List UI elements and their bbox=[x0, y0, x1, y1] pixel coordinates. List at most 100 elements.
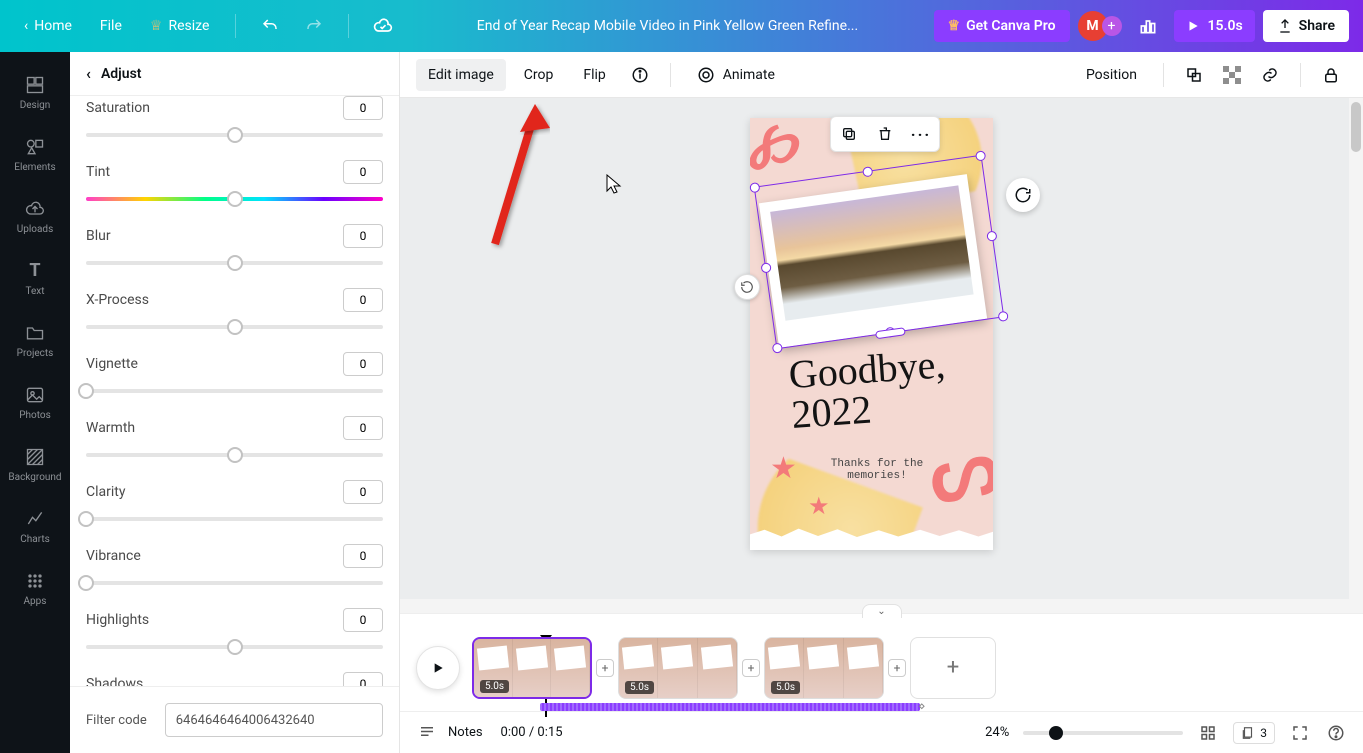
rail-text[interactable]: T Text bbox=[0, 248, 70, 308]
slider-thumb[interactable] bbox=[227, 255, 243, 271]
adjustment-value-input[interactable] bbox=[343, 160, 383, 184]
add-page-button[interactable]: + bbox=[910, 637, 996, 699]
rotate-handle[interactable] bbox=[734, 274, 760, 300]
collapse-timeline-button[interactable]: ⌄ bbox=[862, 604, 902, 618]
get-pro-button[interactable]: ♕ Get Canva Pro bbox=[934, 10, 1070, 42]
timeline-clip[interactable]: 5.0s bbox=[618, 637, 738, 699]
audio-track[interactable] bbox=[540, 703, 920, 711]
adjustment-slider[interactable] bbox=[86, 508, 383, 530]
regenerate-button[interactable] bbox=[1006, 178, 1040, 212]
rail-background[interactable]: Background bbox=[0, 434, 70, 494]
timeline-clip[interactable]: 5.0s bbox=[764, 637, 884, 699]
add-transition-button[interactable]: + bbox=[596, 659, 614, 677]
slider-thumb[interactable] bbox=[78, 383, 94, 399]
rail-uploads[interactable]: Uploads bbox=[0, 186, 70, 246]
selection-box[interactable] bbox=[754, 155, 1005, 349]
slider-thumb[interactable] bbox=[227, 319, 243, 335]
redo-icon bbox=[305, 17, 323, 35]
resize-handle[interactable] bbox=[749, 182, 760, 193]
clips-track[interactable]: 5.0s+ 5.0s+ 5.0s++⋄ bbox=[472, 637, 996, 699]
edit-image-button[interactable]: Edit image bbox=[416, 59, 506, 91]
panel-body[interactable]: Saturation Tint Blur X-Process bbox=[70, 82, 399, 686]
add-member-button[interactable]: + bbox=[1102, 16, 1122, 36]
add-transition-button[interactable]: + bbox=[888, 659, 906, 677]
help-button[interactable] bbox=[1325, 722, 1347, 744]
adjustment-value-input[interactable] bbox=[343, 544, 383, 568]
adjustment-slider[interactable] bbox=[86, 316, 383, 338]
fullscreen-button[interactable] bbox=[1289, 722, 1311, 744]
notes-label[interactable]: Notes bbox=[448, 725, 483, 740]
adjustment-slider[interactable] bbox=[86, 444, 383, 466]
adjustment-slider[interactable] bbox=[86, 636, 383, 658]
crop-button[interactable]: Crop bbox=[512, 59, 566, 91]
insights-button[interactable] bbox=[1130, 8, 1166, 44]
adjustment-slider[interactable] bbox=[86, 380, 383, 402]
share-button[interactable]: Share bbox=[1263, 10, 1349, 42]
resize-handle[interactable] bbox=[986, 230, 997, 241]
adjustment-value-input[interactable] bbox=[343, 288, 383, 312]
grid-view-button[interactable] bbox=[1197, 722, 1219, 744]
duplicate-button[interactable] bbox=[831, 117, 867, 151]
rail-charts[interactable]: Charts bbox=[0, 496, 70, 556]
zoom-thumb[interactable] bbox=[1049, 726, 1063, 740]
adjustment-slider[interactable] bbox=[86, 188, 383, 210]
delete-button[interactable] bbox=[867, 117, 903, 151]
subtext[interactable]: Thanks for the memories! bbox=[812, 458, 942, 482]
file-menu[interactable]: File bbox=[90, 12, 132, 40]
back-button[interactable]: ‹ bbox=[86, 64, 91, 83]
slider-thumb[interactable] bbox=[227, 639, 243, 655]
color-picker-button[interactable] bbox=[1178, 59, 1210, 91]
rail-photos[interactable]: Photos bbox=[0, 372, 70, 432]
more-button[interactable]: ··· bbox=[903, 117, 939, 151]
slider-thumb[interactable] bbox=[227, 191, 243, 207]
slider-thumb[interactable] bbox=[227, 447, 243, 463]
animate-button[interactable]: Animate bbox=[685, 58, 787, 92]
add-transition-button[interactable]: + bbox=[742, 659, 760, 677]
resize-button[interactable]: ♕ Resize bbox=[140, 12, 220, 40]
adjustment-value-input[interactable] bbox=[343, 96, 383, 120]
transparency-button[interactable] bbox=[1216, 59, 1248, 91]
filter-code-input[interactable] bbox=[165, 703, 383, 737]
document-title[interactable]: End of Year Recap Mobile Video in Pink Y… bbox=[401, 18, 933, 34]
rail-elements[interactable]: Elements bbox=[0, 124, 70, 184]
lock-button[interactable] bbox=[1315, 59, 1347, 91]
scroll-thumb[interactable] bbox=[1351, 102, 1361, 152]
rail-projects[interactable]: Projects bbox=[0, 310, 70, 370]
slider-thumb[interactable] bbox=[227, 127, 243, 143]
resize-handle[interactable] bbox=[998, 311, 1009, 322]
adjustment-value-input[interactable] bbox=[343, 672, 383, 686]
heading-text[interactable]: Goodbye, 2022 bbox=[787, 341, 993, 435]
timeline-clip[interactable]: 5.0s bbox=[472, 637, 592, 699]
adjustment-slider[interactable] bbox=[86, 572, 383, 594]
redo-button[interactable] bbox=[296, 8, 332, 44]
notes-button[interactable] bbox=[416, 722, 438, 744]
cloud-sync-button[interactable] bbox=[365, 8, 401, 44]
canvas-area[interactable]: ℘ ᔕ ★ ★ Goodbye, 2022 Thanks for the mem… bbox=[400, 98, 1363, 599]
adjustment-row: X-Process bbox=[86, 288, 383, 338]
slider-thumb[interactable] bbox=[78, 575, 94, 591]
rail-apps[interactable]: Apps bbox=[0, 558, 70, 618]
rail-design[interactable]: Design bbox=[0, 62, 70, 122]
page-count-button[interactable]: 3 bbox=[1233, 722, 1275, 744]
slider-thumb[interactable] bbox=[78, 511, 94, 527]
adjustment-slider[interactable] bbox=[86, 252, 383, 274]
flip-button[interactable]: Flip bbox=[571, 59, 617, 91]
adjustment-value-input[interactable] bbox=[343, 608, 383, 632]
zoom-slider[interactable] bbox=[1023, 731, 1183, 735]
adjustment-value-input[interactable] bbox=[343, 352, 383, 376]
link-button[interactable] bbox=[1254, 59, 1286, 91]
undo-button[interactable] bbox=[252, 8, 288, 44]
position-button[interactable]: Position bbox=[1074, 59, 1149, 91]
resize-handle[interactable] bbox=[760, 262, 771, 273]
resize-handle[interactable] bbox=[862, 166, 873, 177]
adjustment-value-input[interactable] bbox=[343, 224, 383, 248]
home-button[interactable]: ‹ Home bbox=[14, 12, 82, 40]
adjustment-value-input[interactable] bbox=[343, 480, 383, 504]
adjustment-value-input[interactable] bbox=[343, 416, 383, 440]
play-button[interactable] bbox=[416, 646, 460, 690]
adjustment-label: Tint bbox=[86, 164, 110, 180]
vertical-scrollbar[interactable] bbox=[1349, 98, 1363, 599]
adjustment-slider[interactable] bbox=[86, 124, 383, 146]
info-button[interactable] bbox=[624, 59, 656, 91]
present-button[interactable]: 15.0s bbox=[1174, 10, 1255, 42]
